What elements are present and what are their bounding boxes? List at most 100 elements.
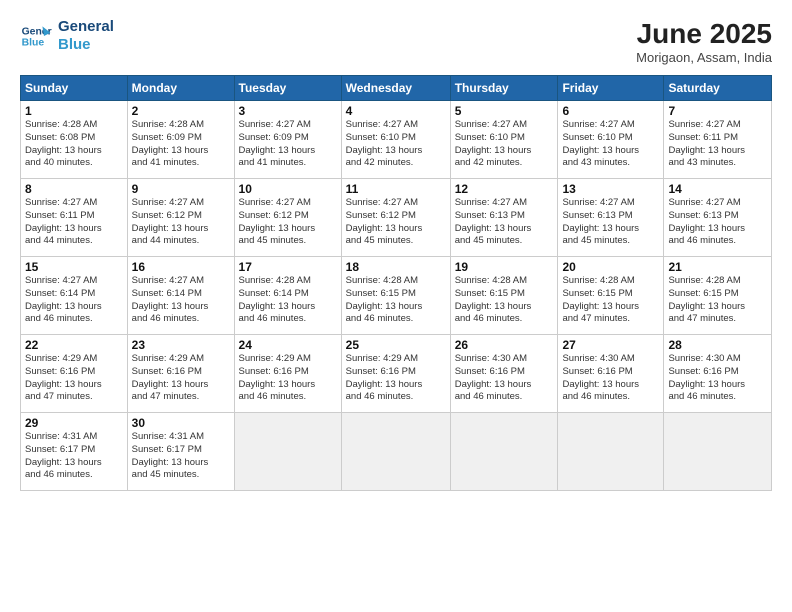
day-info: Sunrise: 4:27 AM Sunset: 6:10 PM Dayligh…	[562, 119, 659, 170]
day-info: Sunrise: 4:27 AM Sunset: 6:13 PM Dayligh…	[455, 197, 554, 248]
calendar-week-2: 15 Sunrise: 4:27 AM Sunset: 6:14 PM Dayli…	[21, 257, 772, 335]
logo-line2: Blue	[58, 36, 114, 54]
calendar-cell: 4Sunrise: 4:27 AM Sunset: 6:10 PM Daylig…	[341, 101, 450, 179]
calendar-header-friday: Friday	[558, 76, 664, 101]
day-info: Sunrise: 4:30 AM Sunset: 6:16 PM Dayligh…	[562, 353, 659, 404]
day-number: 13	[562, 182, 659, 196]
day-info: Sunrise: 4:27 AM Sunset: 6:14 PM Dayligh…	[132, 275, 230, 326]
day-info: Sunrise: 4:28 AM Sunset: 6:15 PM Dayligh…	[668, 275, 767, 326]
calendar-cell: 21Sunrise: 4:28 AM Sunset: 6:15 PM Dayli…	[664, 257, 772, 335]
day-info: Sunrise: 4:30 AM Sunset: 6:16 PM Dayligh…	[668, 353, 767, 404]
calendar: SundayMondayTuesdayWednesdayThursdayFrid…	[20, 75, 772, 491]
calendar-cell: 23Sunrise: 4:29 AM Sunset: 6:16 PM Dayli…	[127, 335, 234, 413]
day-number: 14	[668, 182, 767, 196]
day-number: 3	[239, 104, 337, 118]
day-info: Sunrise: 4:28 AM Sunset: 6:15 PM Dayligh…	[346, 275, 446, 326]
calendar-week-4: 29Sunrise: 4:31 AM Sunset: 6:17 PM Dayli…	[21, 413, 772, 491]
day-info: Sunrise: 4:27 AM Sunset: 6:10 PM Dayligh…	[346, 119, 446, 170]
calendar-cell: 26Sunrise: 4:30 AM Sunset: 6:16 PM Dayli…	[450, 335, 558, 413]
calendar-header-tuesday: Tuesday	[234, 76, 341, 101]
day-number: 16	[132, 260, 230, 274]
calendar-header-wednesday: Wednesday	[341, 76, 450, 101]
calendar-week-0: 1Sunrise: 4:28 AM Sunset: 6:08 PM Daylig…	[21, 101, 772, 179]
day-number: 10	[239, 182, 337, 196]
calendar-cell: 13Sunrise: 4:27 AM Sunset: 6:13 PM Dayli…	[558, 179, 664, 257]
calendar-cell: 20Sunrise: 4:28 AM Sunset: 6:15 PM Dayli…	[558, 257, 664, 335]
day-number: 23	[132, 338, 230, 352]
header: General Blue General Blue June 2025 Mori…	[20, 18, 772, 65]
day-number: 9	[132, 182, 230, 196]
calendar-week-1: 8Sunrise: 4:27 AM Sunset: 6:11 PM Daylig…	[21, 179, 772, 257]
calendar-header-thursday: Thursday	[450, 76, 558, 101]
calendar-cell: 7Sunrise: 4:27 AM Sunset: 6:11 PM Daylig…	[664, 101, 772, 179]
calendar-cell: 8Sunrise: 4:27 AM Sunset: 6:11 PM Daylig…	[21, 179, 128, 257]
calendar-header-monday: Monday	[127, 76, 234, 101]
calendar-cell: 25Sunrise: 4:29 AM Sunset: 6:16 PM Dayli…	[341, 335, 450, 413]
svg-text:Blue: Blue	[22, 38, 45, 49]
day-info: Sunrise: 4:28 AM Sunset: 6:15 PM Dayligh…	[455, 275, 554, 326]
calendar-cell: 18Sunrise: 4:28 AM Sunset: 6:15 PM Dayli…	[341, 257, 450, 335]
calendar-cell: 17Sunrise: 4:28 AM Sunset: 6:14 PM Dayli…	[234, 257, 341, 335]
calendar-cell: 22Sunrise: 4:29 AM Sunset: 6:16 PM Dayli…	[21, 335, 128, 413]
day-number: 17	[239, 260, 337, 274]
day-info: Sunrise: 4:31 AM Sunset: 6:17 PM Dayligh…	[132, 431, 230, 482]
day-number: 11	[346, 182, 446, 196]
day-info: Sunrise: 4:30 AM Sunset: 6:16 PM Dayligh…	[455, 353, 554, 404]
calendar-week-3: 22Sunrise: 4:29 AM Sunset: 6:16 PM Dayli…	[21, 335, 772, 413]
day-number: 27	[562, 338, 659, 352]
day-info: Sunrise: 4:31 AM Sunset: 6:17 PM Dayligh…	[25, 431, 123, 482]
day-info: Sunrise: 4:29 AM Sunset: 6:16 PM Dayligh…	[346, 353, 446, 404]
day-number: 25	[346, 338, 446, 352]
day-info: Sunrise: 4:29 AM Sunset: 6:16 PM Dayligh…	[239, 353, 337, 404]
day-info: Sunrise: 4:27 AM Sunset: 6:10 PM Dayligh…	[455, 119, 554, 170]
calendar-cell	[341, 413, 450, 491]
day-info: Sunrise: 4:27 AM Sunset: 6:09 PM Dayligh…	[239, 119, 337, 170]
calendar-cell	[450, 413, 558, 491]
day-number: 4	[346, 104, 446, 118]
calendar-cell: 16Sunrise: 4:27 AM Sunset: 6:14 PM Dayli…	[127, 257, 234, 335]
day-number: 20	[562, 260, 659, 274]
day-info: Sunrise: 4:27 AM Sunset: 6:11 PM Dayligh…	[668, 119, 767, 170]
day-number: 18	[346, 260, 446, 274]
calendar-header-sunday: Sunday	[21, 76, 128, 101]
day-number: 1	[25, 104, 123, 118]
day-info: Sunrise: 4:28 AM Sunset: 6:14 PM Dayligh…	[239, 275, 337, 326]
calendar-cell: 6Sunrise: 4:27 AM Sunset: 6:10 PM Daylig…	[558, 101, 664, 179]
day-info: Sunrise: 4:27 AM Sunset: 6:12 PM Dayligh…	[132, 197, 230, 248]
calendar-cell: 30Sunrise: 4:31 AM Sunset: 6:17 PM Dayli…	[127, 413, 234, 491]
day-number: 5	[455, 104, 554, 118]
calendar-cell	[234, 413, 341, 491]
day-number: 19	[455, 260, 554, 274]
day-info: Sunrise: 4:27 AM Sunset: 6:12 PM Dayligh…	[346, 197, 446, 248]
calendar-cell: 3Sunrise: 4:27 AM Sunset: 6:09 PM Daylig…	[234, 101, 341, 179]
calendar-cell	[664, 413, 772, 491]
day-number: 26	[455, 338, 554, 352]
calendar-cell: 28Sunrise: 4:30 AM Sunset: 6:16 PM Dayli…	[664, 335, 772, 413]
logo: General Blue General Blue	[20, 18, 114, 54]
calendar-cell	[558, 413, 664, 491]
calendar-body: 1Sunrise: 4:28 AM Sunset: 6:08 PM Daylig…	[21, 101, 772, 491]
calendar-cell: 11Sunrise: 4:27 AM Sunset: 6:12 PM Dayli…	[341, 179, 450, 257]
calendar-cell: 19Sunrise: 4:28 AM Sunset: 6:15 PM Dayli…	[450, 257, 558, 335]
calendar-cell: 27Sunrise: 4:30 AM Sunset: 6:16 PM Dayli…	[558, 335, 664, 413]
calendar-cell: 29Sunrise: 4:31 AM Sunset: 6:17 PM Dayli…	[21, 413, 128, 491]
day-info: Sunrise: 4:29 AM Sunset: 6:16 PM Dayligh…	[132, 353, 230, 404]
calendar-cell: 9Sunrise: 4:27 AM Sunset: 6:12 PM Daylig…	[127, 179, 234, 257]
logo-icon: General Blue	[20, 20, 52, 52]
day-number: 8	[25, 182, 123, 196]
day-number: 24	[239, 338, 337, 352]
day-info: Sunrise: 4:29 AM Sunset: 6:16 PM Dayligh…	[25, 353, 123, 404]
day-number: 7	[668, 104, 767, 118]
day-info: Sunrise: 4:28 AM Sunset: 6:09 PM Dayligh…	[132, 119, 230, 170]
day-number: 15	[25, 260, 123, 274]
title-block: June 2025 Morigaon, Assam, India	[636, 18, 772, 65]
calendar-cell: 12Sunrise: 4:27 AM Sunset: 6:13 PM Dayli…	[450, 179, 558, 257]
day-number: 28	[668, 338, 767, 352]
calendar-cell: 24Sunrise: 4:29 AM Sunset: 6:16 PM Dayli…	[234, 335, 341, 413]
day-number: 21	[668, 260, 767, 274]
day-info: Sunrise: 4:28 AM Sunset: 6:15 PM Dayligh…	[562, 275, 659, 326]
day-number: 2	[132, 104, 230, 118]
day-number: 6	[562, 104, 659, 118]
location: Morigaon, Assam, India	[636, 50, 772, 65]
day-number: 22	[25, 338, 123, 352]
